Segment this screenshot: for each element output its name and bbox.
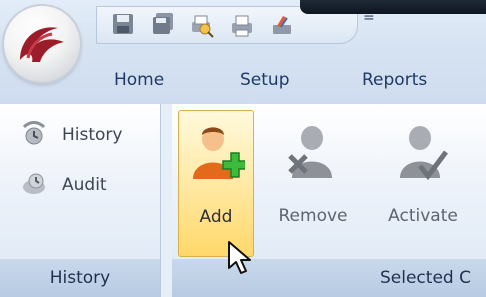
title-bar [300, 0, 486, 14]
history-icon [20, 119, 48, 152]
selected-group-label: Selected C [172, 259, 486, 297]
tab-reports[interactable]: Reports [362, 70, 427, 90]
customize-quick-access-button[interactable]: = [363, 10, 375, 26]
selected-group: Add Remove Activate Selected C [172, 104, 486, 297]
print-icon[interactable] [229, 12, 255, 38]
add-user-icon [193, 127, 245, 179]
app-logo-icon [20, 27, 64, 62]
tools-icon[interactable] [269, 12, 295, 38]
mouse-cursor-icon [228, 241, 251, 274]
activate-user-icon [400, 126, 448, 181]
tab-home[interactable]: Home [114, 70, 164, 90]
history-group: History Audit History [0, 104, 161, 297]
audit-button[interactable]: Audit [20, 170, 107, 200]
remove-user-icon [288, 126, 332, 178]
add-label: Add [199, 207, 233, 227]
audit-icon [20, 169, 48, 202]
add-button[interactable]: Add [178, 110, 254, 257]
remove-label: Remove [278, 206, 348, 226]
history-button[interactable]: History [20, 120, 122, 150]
application-menu-button[interactable] [4, 6, 80, 82]
preview-icon[interactable] [189, 12, 215, 38]
activate-label: Activate [388, 206, 458, 226]
save-all-icon[interactable] [151, 12, 177, 38]
audit-label: Audit [62, 175, 107, 195]
ribbon-header: = Home Setup Reports [0, 0, 486, 104]
save-icon[interactable] [111, 12, 137, 38]
activate-button[interactable]: Activate [374, 110, 472, 255]
remove-button[interactable]: Remove [264, 110, 362, 255]
history-group-label: History [0, 259, 160, 297]
tab-setup[interactable]: Setup [240, 70, 289, 90]
history-label: History [62, 125, 123, 145]
